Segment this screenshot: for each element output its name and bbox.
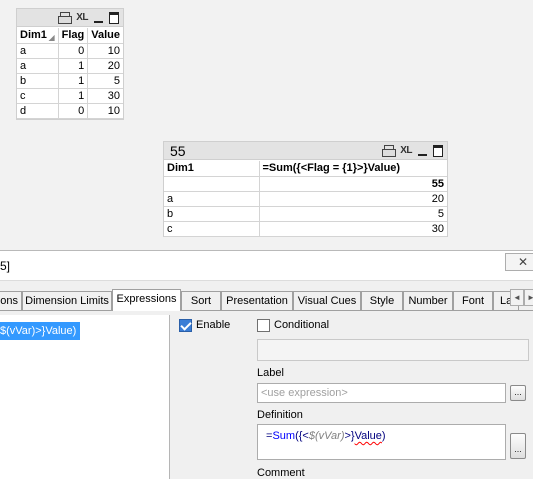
excel-export-icon[interactable]: XL bbox=[76, 12, 88, 24]
cell-expression: 5 bbox=[259, 206, 447, 222]
label-edit-button[interactable]: ... bbox=[510, 385, 526, 401]
cell-value: 10 bbox=[87, 43, 123, 59]
definition-text: =Sum({<$(vVar)>}Value) bbox=[266, 430, 386, 442]
definition-edit-button[interactable]: ... bbox=[510, 433, 526, 459]
tab-presentation[interactable]: Presentation bbox=[221, 291, 293, 310]
chart-title: 55 bbox=[170, 143, 186, 159]
table-row[interactable]: a 1 20 bbox=[17, 58, 123, 74]
cell-flag: 0 bbox=[58, 43, 89, 59]
cell-value: 10 bbox=[87, 103, 123, 119]
close-icon: ✕ bbox=[517, 255, 529, 269]
table-header-row: Dim1 ◢ Flag Value bbox=[17, 28, 123, 44]
cell-dim1: a bbox=[17, 58, 59, 74]
chart-properties-dialog: 5] ✕ ons Dimension Limits Expressions So… bbox=[0, 250, 533, 479]
cell-dim1: d bbox=[17, 103, 59, 119]
cell-value: 30 bbox=[87, 88, 123, 104]
maximize-icon[interactable] bbox=[109, 12, 119, 24]
tab-dimensions[interactable]: ons bbox=[0, 291, 22, 310]
expression-list[interactable]: $(vVar)>}Value) bbox=[0, 315, 170, 479]
expression-list-item-selected[interactable]: $(vVar)>}Value) bbox=[0, 322, 80, 340]
table-header-row: Dim1 =Sum({<Flag = {1}>}Value) bbox=[164, 161, 447, 177]
table-box-caption: XL bbox=[17, 9, 123, 27]
cell-dim1: a bbox=[17, 43, 59, 59]
caption-icons: XL bbox=[382, 145, 443, 157]
col-header-dim1[interactable]: Dim1 bbox=[164, 161, 260, 177]
excel-export-icon[interactable]: XL bbox=[400, 145, 412, 157]
dialog-title: 5] bbox=[0, 259, 11, 273]
tab-sort[interactable]: Sort bbox=[181, 291, 221, 310]
table-row[interactable]: b15 bbox=[17, 73, 123, 89]
cell-dim1: c bbox=[17, 88, 59, 104]
total-label-cell bbox=[164, 176, 260, 192]
printer-icon[interactable] bbox=[58, 12, 73, 24]
col-header-value[interactable]: Value bbox=[87, 28, 123, 44]
table-row[interactable]: c 30 bbox=[164, 221, 447, 237]
caption-icons: XL bbox=[58, 12, 119, 24]
total-row: 55 bbox=[164, 176, 447, 192]
conditional-checkbox[interactable] bbox=[257, 319, 270, 332]
tab-number[interactable]: Number bbox=[403, 291, 453, 310]
cell-flag: 1 bbox=[58, 58, 89, 74]
table-row[interactable]: a 20 bbox=[164, 191, 447, 207]
cell-expression: 20 bbox=[259, 191, 447, 207]
tab-scroll-left-button[interactable]: ◄ bbox=[510, 289, 524, 306]
cell-value: 20 bbox=[87, 58, 123, 74]
tab-strip: ons Dimension Limits Expressions Sort Pr… bbox=[0, 289, 533, 311]
tab-dimension-limits[interactable]: Dimension Limits bbox=[22, 291, 112, 310]
table-row[interactable]: b5 bbox=[164, 206, 447, 222]
chart-caption: 55 XL bbox=[164, 142, 447, 160]
cell-dim1: b bbox=[164, 206, 260, 222]
label-placeholder: <use expression> bbox=[261, 387, 348, 399]
tab-style[interactable]: Style bbox=[361, 291, 403, 310]
cell-flag: 1 bbox=[58, 73, 89, 89]
minimize-icon[interactable] bbox=[418, 145, 427, 157]
table-box-grid: Dim1 ◢ Flag Value a 0 10 a 1 20 b15 c 1 30 d01… bbox=[17, 28, 123, 119]
chevron-left-icon: ◄ bbox=[513, 293, 521, 302]
enable-label: Enable bbox=[196, 319, 231, 331]
table-row[interactable]: c 1 30 bbox=[17, 88, 123, 104]
cell-dim1: b bbox=[17, 73, 59, 89]
cell-dim1: a bbox=[164, 191, 260, 207]
table-row[interactable]: d 0 10 bbox=[17, 103, 123, 119]
col-header-label: Dim1 bbox=[20, 28, 47, 41]
tab-font[interactable]: Font bbox=[453, 291, 493, 310]
chart-grid: Dim1 =Sum({<Flag = {1}>}Value) 55 a 20 b5… bbox=[164, 161, 447, 237]
tab-expressions[interactable]: Expressions bbox=[112, 289, 181, 311]
straight-table-chart: 55 XL Dim1 =Sum({<Flag = {1}>}Value) 55 … bbox=[163, 141, 448, 237]
cell-flag: 0 bbox=[58, 103, 89, 119]
cell-value: 5 bbox=[87, 73, 123, 89]
table-box-1: XL Dim1 ◢ Flag Value a 0 10 a 1 20 b15 c 1 30 … bbox=[16, 8, 124, 120]
sort-indicator-icon: ◢ bbox=[48, 32, 55, 42]
maximize-icon[interactable] bbox=[433, 145, 443, 157]
expressions-panel: $(vVar)>}Value) Enable Conditional Label… bbox=[0, 311, 533, 479]
close-button[interactable]: ✕ bbox=[505, 253, 533, 271]
col-header-expression[interactable]: =Sum({<Flag = {1}>}Value) bbox=[259, 161, 447, 177]
conditional-label: Conditional bbox=[274, 319, 330, 331]
cell-expression: 30 bbox=[259, 221, 447, 237]
col-header-flag[interactable]: Flag bbox=[58, 28, 89, 44]
tab-visual-cues[interactable]: Visual Cues bbox=[293, 291, 361, 310]
comment-caption: Comment bbox=[257, 467, 305, 479]
printer-icon[interactable] bbox=[382, 145, 397, 157]
label-input[interactable]: <use expression> bbox=[257, 383, 506, 403]
tab-scroll-right-button[interactable]: ► bbox=[524, 289, 533, 306]
minimize-icon[interactable] bbox=[94, 12, 103, 24]
conditional-field bbox=[257, 339, 529, 361]
label-caption: Label bbox=[257, 367, 284, 379]
cell-dim1: c bbox=[164, 221, 260, 237]
cell-flag: 1 bbox=[58, 88, 89, 104]
col-header-dim1[interactable]: Dim1 ◢ bbox=[17, 28, 59, 44]
dialog-titlebar: 5] ✕ bbox=[0, 251, 533, 281]
total-value: 55 bbox=[259, 176, 447, 192]
table-row[interactable]: a 0 10 bbox=[17, 43, 123, 59]
definition-input[interactable]: =Sum({<$(vVar)>}Value) bbox=[257, 424, 506, 460]
definition-caption: Definition bbox=[257, 409, 303, 421]
enable-checkbox[interactable] bbox=[179, 319, 192, 332]
chevron-right-icon: ► bbox=[527, 293, 533, 302]
